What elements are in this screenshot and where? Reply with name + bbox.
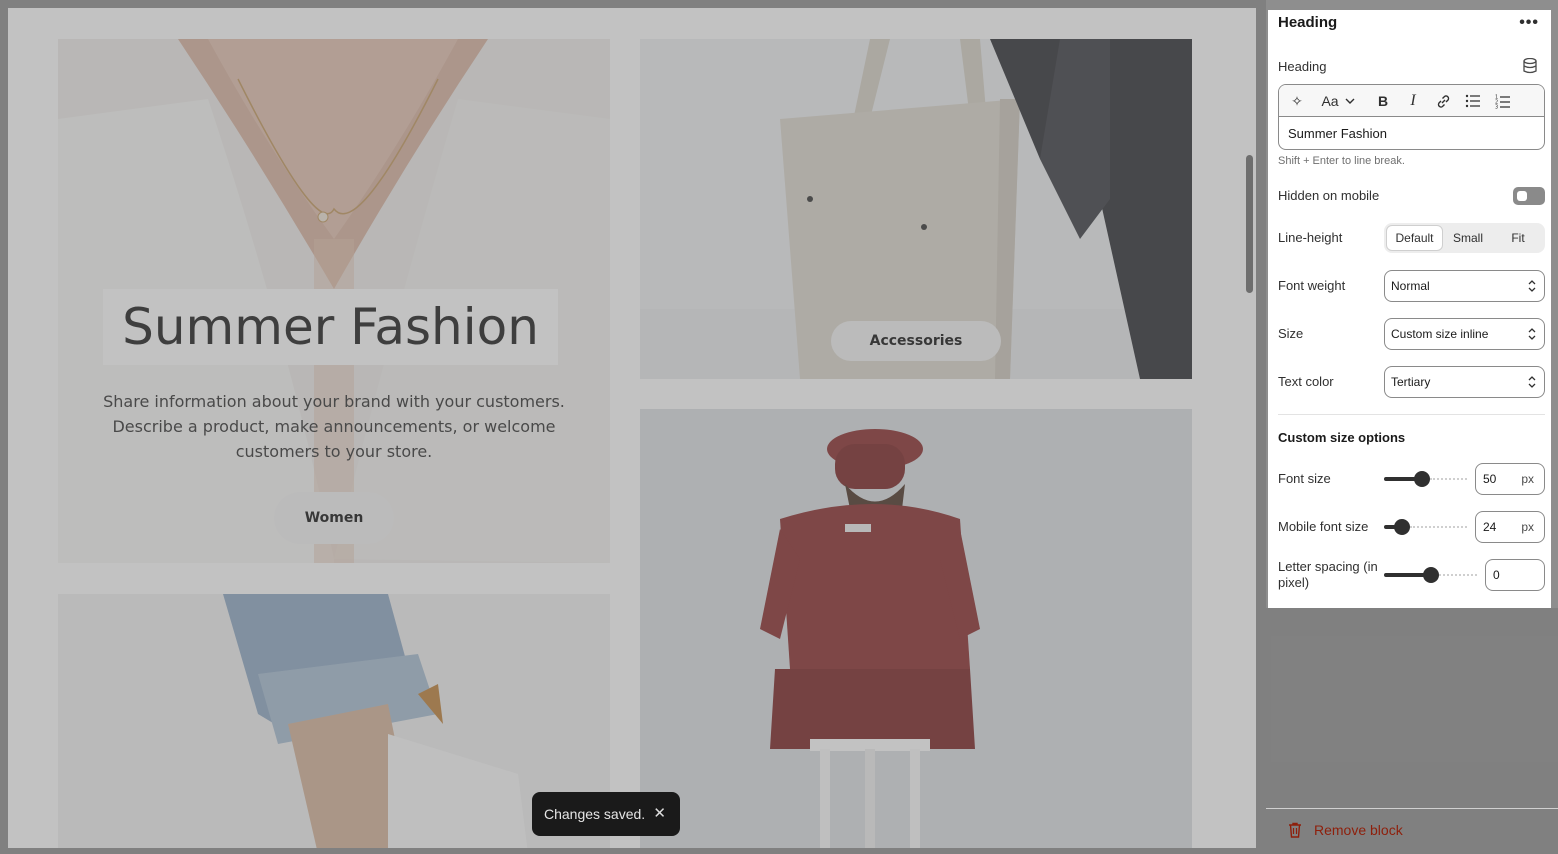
mobile-font-size-input[interactable]: 24 px	[1475, 511, 1545, 543]
size-label: Size	[1278, 326, 1304, 341]
text-color-label: Text color	[1278, 374, 1334, 389]
description-text: Share information about your brand with …	[103, 392, 565, 461]
preview-scrollbar-track[interactable]	[1244, 10, 1252, 846]
select-chevron-icon	[1528, 376, 1536, 388]
preview-scrollbar-thumb[interactable]	[1246, 155, 1253, 293]
mobile-font-size-label: Mobile font size	[1278, 519, 1369, 534]
toast-text: Changes saved.	[544, 806, 646, 822]
remove-block-label: Remove block	[1314, 822, 1403, 838]
hidden-on-mobile-label: Hidden on mobile	[1278, 188, 1380, 203]
line-break-hint: Shift + Enter to line break.	[1278, 155, 1405, 167]
heading-field-label: Heading	[1278, 59, 1327, 74]
line-height-option-fit[interactable]: Fit	[1493, 225, 1543, 251]
text-color-select[interactable]: Tertiary	[1384, 366, 1545, 398]
women-button[interactable]: Women	[274, 492, 394, 544]
line-height-option-small[interactable]: Small	[1443, 225, 1493, 251]
line-height-label: Line-height	[1278, 230, 1343, 245]
man-on-stool-image	[640, 409, 1192, 848]
font-weight-value: Normal	[1391, 279, 1430, 293]
section-divider	[1278, 414, 1545, 415]
font-weight-label: Font weight	[1278, 278, 1346, 293]
bold-icon[interactable]: B	[1373, 91, 1393, 111]
jeans-sneakers-image	[58, 594, 610, 848]
bullet-list-icon[interactable]	[1463, 91, 1483, 111]
chevron-down-icon[interactable]	[1343, 91, 1357, 111]
slider-track	[1439, 574, 1477, 576]
letter-spacing-label: Letter spacing (in pixel)	[1278, 559, 1378, 590]
font-size-input[interactable]: 50 px	[1475, 463, 1545, 495]
toast-changes-saved: Changes saved. ✕	[532, 792, 680, 836]
image-tile-man[interactable]	[640, 409, 1192, 848]
slider-knob[interactable]	[1394, 519, 1410, 535]
editor-toolbar: ✧ Aa B I 123	[1279, 85, 1544, 117]
heading-settings-panel: Heading ••• Heading ✧ Aa B I 123 Summer …	[1268, 10, 1551, 608]
slider-knob[interactable]	[1414, 471, 1430, 487]
dynamic-source-icon[interactable]	[1523, 58, 1537, 74]
mobile-font-size-unit: px	[1521, 520, 1534, 534]
hidden-on-mobile-toggle[interactable]	[1513, 187, 1545, 205]
mobile-font-size-value: 24	[1483, 520, 1497, 534]
line-height-segmented-control: Default Small Fit	[1384, 223, 1545, 253]
custom-size-options-title: Custom size options	[1278, 430, 1406, 445]
slider-knob[interactable]	[1423, 567, 1439, 583]
heading-text-input[interactable]: Summer Fashion	[1288, 126, 1387, 141]
size-value: Custom size inline	[1391, 327, 1489, 341]
remove-block-button[interactable]: Remove block	[1288, 822, 1403, 838]
font-size-value: 50	[1483, 472, 1497, 486]
image-tile-accessories[interactable]: Accessories	[640, 39, 1192, 379]
svg-text:3: 3	[1495, 104, 1498, 109]
letter-spacing-input[interactable]: 0	[1485, 559, 1545, 591]
italic-icon[interactable]: I	[1403, 91, 1423, 111]
store-preview[interactable]: Summer Fashion Share information about y…	[8, 8, 1256, 848]
font-size-unit: px	[1521, 472, 1534, 486]
heading-text: Summer Fashion	[122, 298, 539, 356]
text-color-value: Tertiary	[1391, 375, 1431, 389]
numbered-list-icon[interactable]: 123	[1493, 91, 1513, 111]
font-size-label: Font size	[1278, 471, 1331, 486]
image-tile-women[interactable]: Summer Fashion Share information about y…	[58, 39, 610, 563]
more-options-icon[interactable]: •••	[1519, 14, 1539, 32]
mobile-font-size-slider[interactable]	[1384, 519, 1467, 535]
toast-close-icon[interactable]: ✕	[653, 804, 666, 822]
heading-block[interactable]: Summer Fashion	[103, 289, 558, 365]
accessories-button[interactable]: Accessories	[831, 321, 1001, 361]
letter-spacing-value: 0	[1493, 568, 1500, 582]
slider-track	[1410, 526, 1467, 528]
font-weight-select[interactable]: Normal	[1384, 270, 1545, 302]
letter-spacing-slider[interactable]	[1384, 567, 1477, 583]
line-height-option-default[interactable]: Default	[1386, 225, 1443, 251]
image-tile-jeans[interactable]	[58, 594, 610, 848]
font-style-icon[interactable]: Aa	[1319, 91, 1341, 111]
select-chevron-icon	[1528, 280, 1536, 292]
font-size-slider[interactable]	[1384, 471, 1467, 487]
link-icon[interactable]	[1433, 91, 1453, 111]
size-select[interactable]: Custom size inline	[1384, 318, 1545, 350]
rich-text-editor[interactable]: ✧ Aa B I 123 Summer Fashion	[1278, 84, 1545, 150]
panel-title: Heading	[1278, 14, 1338, 31]
ai-sparkle-icon[interactable]: ✧	[1287, 91, 1307, 111]
trash-icon	[1289, 822, 1301, 838]
select-chevron-icon	[1528, 328, 1536, 340]
slider-track	[1430, 478, 1467, 480]
